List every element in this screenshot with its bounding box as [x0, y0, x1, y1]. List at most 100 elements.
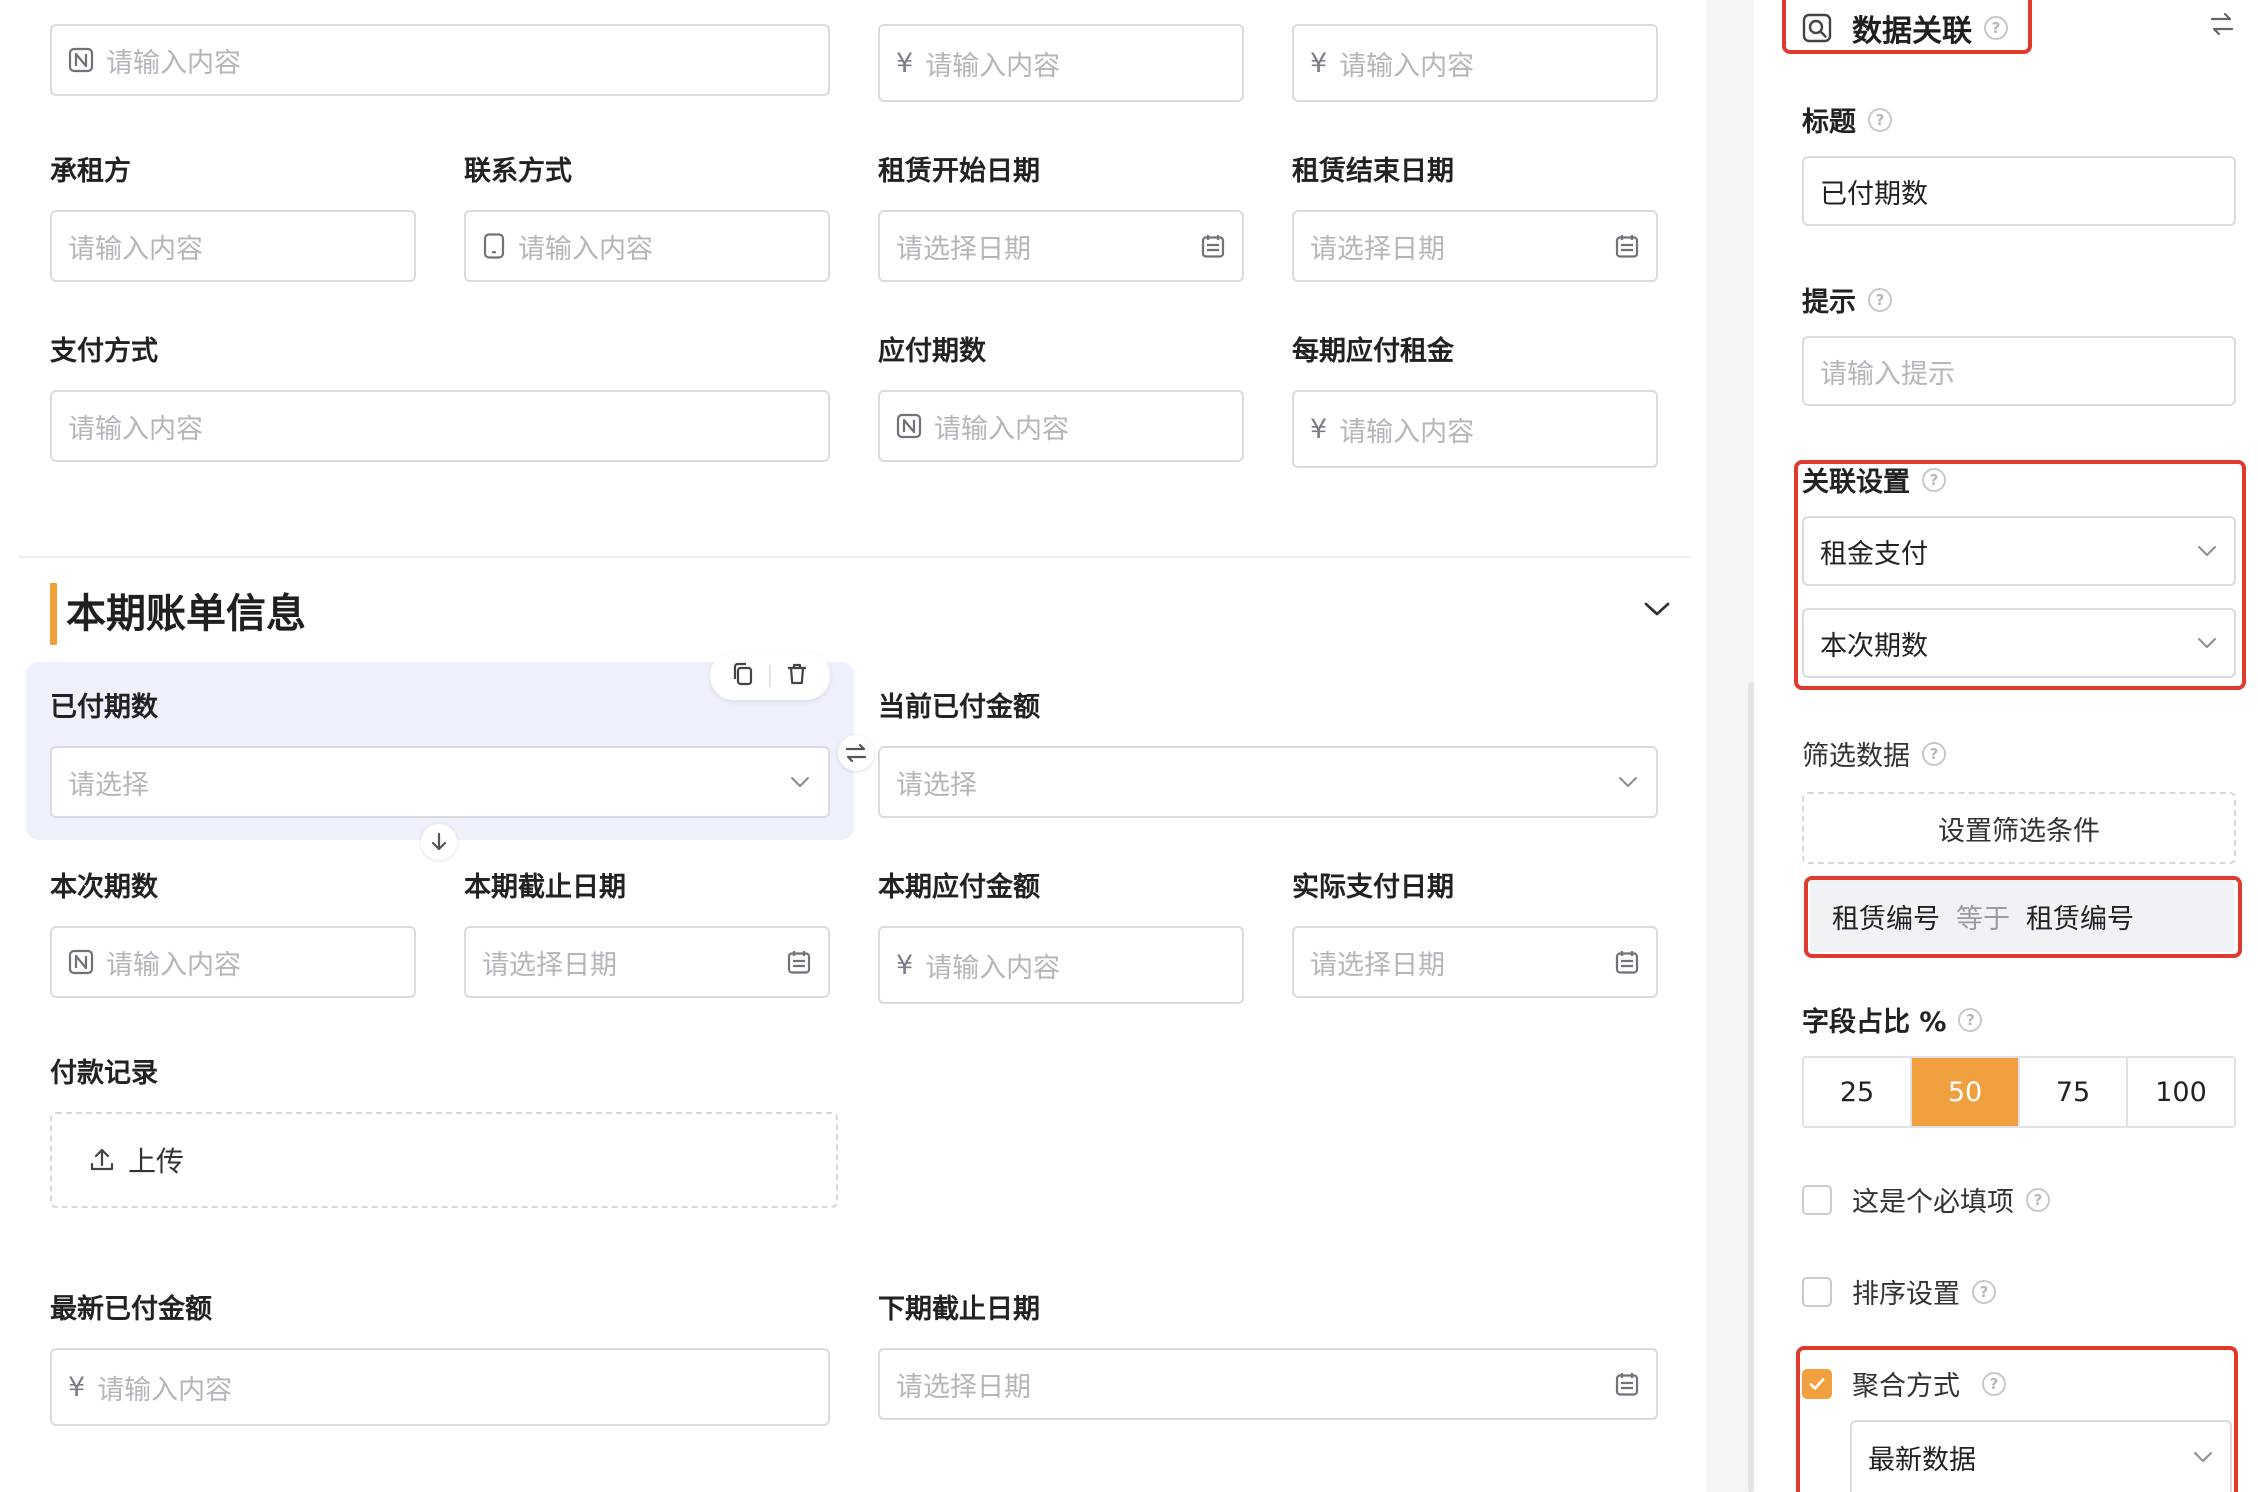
sort-checkbox-row[interactable]: 排序设置 ? — [1802, 1272, 1996, 1311]
filter-condition-left: 租赁编号 — [1832, 903, 1940, 935]
help-icon[interactable]: ? — [1922, 467, 1946, 492]
width-option-100[interactable]: 100 — [2128, 1058, 2234, 1126]
select-placeholder: 请选择 — [68, 769, 149, 801]
relation-form-value: 租金支付 — [1820, 538, 1928, 570]
width-option-75[interactable]: 75 — [2020, 1058, 2128, 1126]
sort-checkbox[interactable] — [1802, 1276, 1832, 1307]
hint-label: 提示 — [1802, 287, 1856, 318]
rent-per-period-input[interactable]: ¥ 请输入内容 — [1292, 390, 1658, 468]
yen-icon: ¥ — [1310, 413, 1328, 445]
help-icon[interactable]: ? — [1972, 1279, 1996, 1304]
relation-label-row: 关联设置 ? — [1802, 460, 1946, 499]
filter-label: 筛选数据 — [1802, 741, 1910, 772]
date-placeholder: 请选择日期 — [896, 1371, 1031, 1403]
copy-icon[interactable] — [730, 661, 756, 691]
arrow-down-icon[interactable] — [421, 824, 457, 860]
actual-pay-date-input[interactable]: 请选择日期 — [1292, 926, 1658, 998]
aggregate-checkbox[interactable] — [1802, 1368, 1832, 1399]
payment-method-input[interactable]: 请输入内容 — [50, 390, 830, 462]
title-input[interactable]: 已付期数 — [1802, 156, 2236, 226]
input-placeholder: 请输入内容 — [925, 952, 1061, 984]
chevron-down-icon — [2196, 632, 2218, 654]
payable-periods-input[interactable]: 请输入内容 — [878, 390, 1244, 462]
filter-label-row: 筛选数据 ? — [1802, 734, 1946, 773]
current-paid-amount-select[interactable]: 请选择 — [878, 746, 1658, 818]
hint-placeholder: 请输入提示 — [1820, 358, 1955, 390]
width-label: 字段占比 % — [1802, 1007, 1947, 1038]
trash-icon[interactable] — [784, 661, 810, 691]
select-placeholder: 请选择 — [896, 769, 977, 801]
lease-start-date-input[interactable]: 请选择日期 — [878, 210, 1244, 282]
filter-condition-operator: 等于 — [1956, 903, 2010, 935]
relation-form-select[interactable]: 租金支付 — [1802, 516, 2236, 586]
swap-horizontal-icon[interactable] — [838, 735, 874, 771]
required-checkbox-row[interactable]: 这是个必填项 ? — [1802, 1180, 2050, 1219]
yen-icon: ¥ — [896, 949, 914, 981]
required-checkbox[interactable] — [1802, 1184, 1832, 1215]
collapse-chevron-icon[interactable] — [1640, 592, 1674, 626]
calendar-icon — [1200, 233, 1226, 259]
section-divider — [18, 556, 1690, 558]
width-option-50[interactable]: 50 — [1912, 1058, 2020, 1126]
width-option-25[interactable]: 25 — [1804, 1058, 1912, 1126]
aggregate-checkbox-row[interactable]: 聚合方式 ? — [1802, 1364, 2006, 1403]
input-placeholder: 请输入内容 — [68, 233, 203, 265]
help-icon[interactable]: ? — [1982, 1371, 2006, 1396]
help-icon[interactable]: ? — [1958, 1007, 1983, 1032]
filter-condition[interactable]: 租赁编号 等于 租赁编号 — [1810, 880, 2234, 952]
help-icon[interactable]: ? — [1868, 287, 1892, 312]
number-field-icon — [68, 47, 94, 73]
number-field-icon — [896, 413, 922, 439]
title-label-row: 标题 ? — [1802, 100, 1892, 139]
yen-icon: ¥ — [896, 47, 914, 79]
period-due-date-input[interactable]: 请选择日期 — [464, 926, 830, 998]
title-value: 已付期数 — [1820, 178, 1928, 210]
relation-label: 关联设置 — [1802, 467, 1910, 498]
aggregate-select[interactable]: 最新数据 — [1850, 1420, 2232, 1492]
field-label-rent-per-period: 每期应付租金 — [1292, 336, 1454, 367]
section-title: 本期账单信息 — [66, 591, 306, 637]
field-label-payable-periods: 应付期数 — [878, 336, 986, 367]
filter-condition-right: 租赁编号 — [2026, 903, 2134, 935]
this-period-no-input[interactable]: 请输入内容 — [50, 926, 416, 998]
date-placeholder: 请选择日期 — [896, 233, 1031, 265]
field-label-this-period-no: 本次期数 — [50, 872, 158, 903]
number-input-top[interactable]: 请输入内容 — [50, 24, 830, 96]
help-icon[interactable]: ? — [1868, 107, 1892, 132]
contact-input[interactable]: 请输入内容 — [464, 210, 830, 282]
period-payable-amount-input[interactable]: ¥ 请输入内容 — [878, 926, 1244, 1004]
calendar-icon — [786, 949, 812, 975]
hint-input[interactable]: 请输入提示 — [1802, 336, 2236, 406]
calendar-icon — [1614, 949, 1640, 975]
relation-field-select[interactable]: 本次期数 — [1802, 608, 2236, 678]
date-placeholder: 请选择日期 — [482, 949, 617, 981]
date-placeholder: 请选择日期 — [1310, 949, 1445, 981]
paid-periods-select[interactable]: 请选择 — [50, 746, 830, 818]
amount-input-top-2[interactable]: ¥ 请输入内容 — [1292, 24, 1658, 102]
upload-button[interactable]: 上传 — [50, 1112, 838, 1208]
next-due-date-input[interactable]: 请选择日期 — [878, 1348, 1658, 1420]
latest-paid-amount-input[interactable]: ¥ 请输入内容 — [50, 1348, 830, 1426]
field-label-next-due-date: 下期截止日期 — [878, 1294, 1040, 1325]
help-icon[interactable]: ? — [1984, 16, 2008, 40]
chevron-down-icon — [2192, 1446, 2214, 1468]
switch-icon[interactable] — [2208, 10, 2236, 42]
tenant-input[interactable]: 请输入内容 — [50, 210, 416, 282]
yen-icon: ¥ — [1310, 47, 1328, 79]
lease-end-date-input[interactable]: 请选择日期 — [1292, 210, 1658, 282]
relation-field-value: 本次期数 — [1820, 630, 1928, 662]
upload-label: 上传 — [128, 1145, 185, 1178]
app-canvas: 请输入内容 ¥ 请输入内容 ¥ 请输入内容 承租方 联系方式 租赁开始日期 租赁… — [0, 0, 2258, 1492]
help-icon[interactable]: ? — [2026, 1187, 2050, 1212]
chevron-down-icon — [1616, 770, 1640, 794]
input-placeholder: 请输入内容 — [106, 47, 241, 79]
help-icon[interactable]: ? — [1922, 741, 1946, 766]
field-label-payment-record: 付款记录 — [50, 1058, 158, 1089]
set-filter-button[interactable]: 设置筛选条件 — [1802, 792, 2236, 864]
field-card-actions — [710, 652, 830, 700]
panel-title: 数据关联 — [1852, 14, 1972, 49]
field-label-current-paid-amount: 当前已付金额 — [878, 692, 1040, 723]
field-label-lease-start: 租赁开始日期 — [878, 156, 1040, 187]
calendar-icon — [1614, 1371, 1640, 1397]
amount-input-top-1[interactable]: ¥ 请输入内容 — [878, 24, 1244, 102]
